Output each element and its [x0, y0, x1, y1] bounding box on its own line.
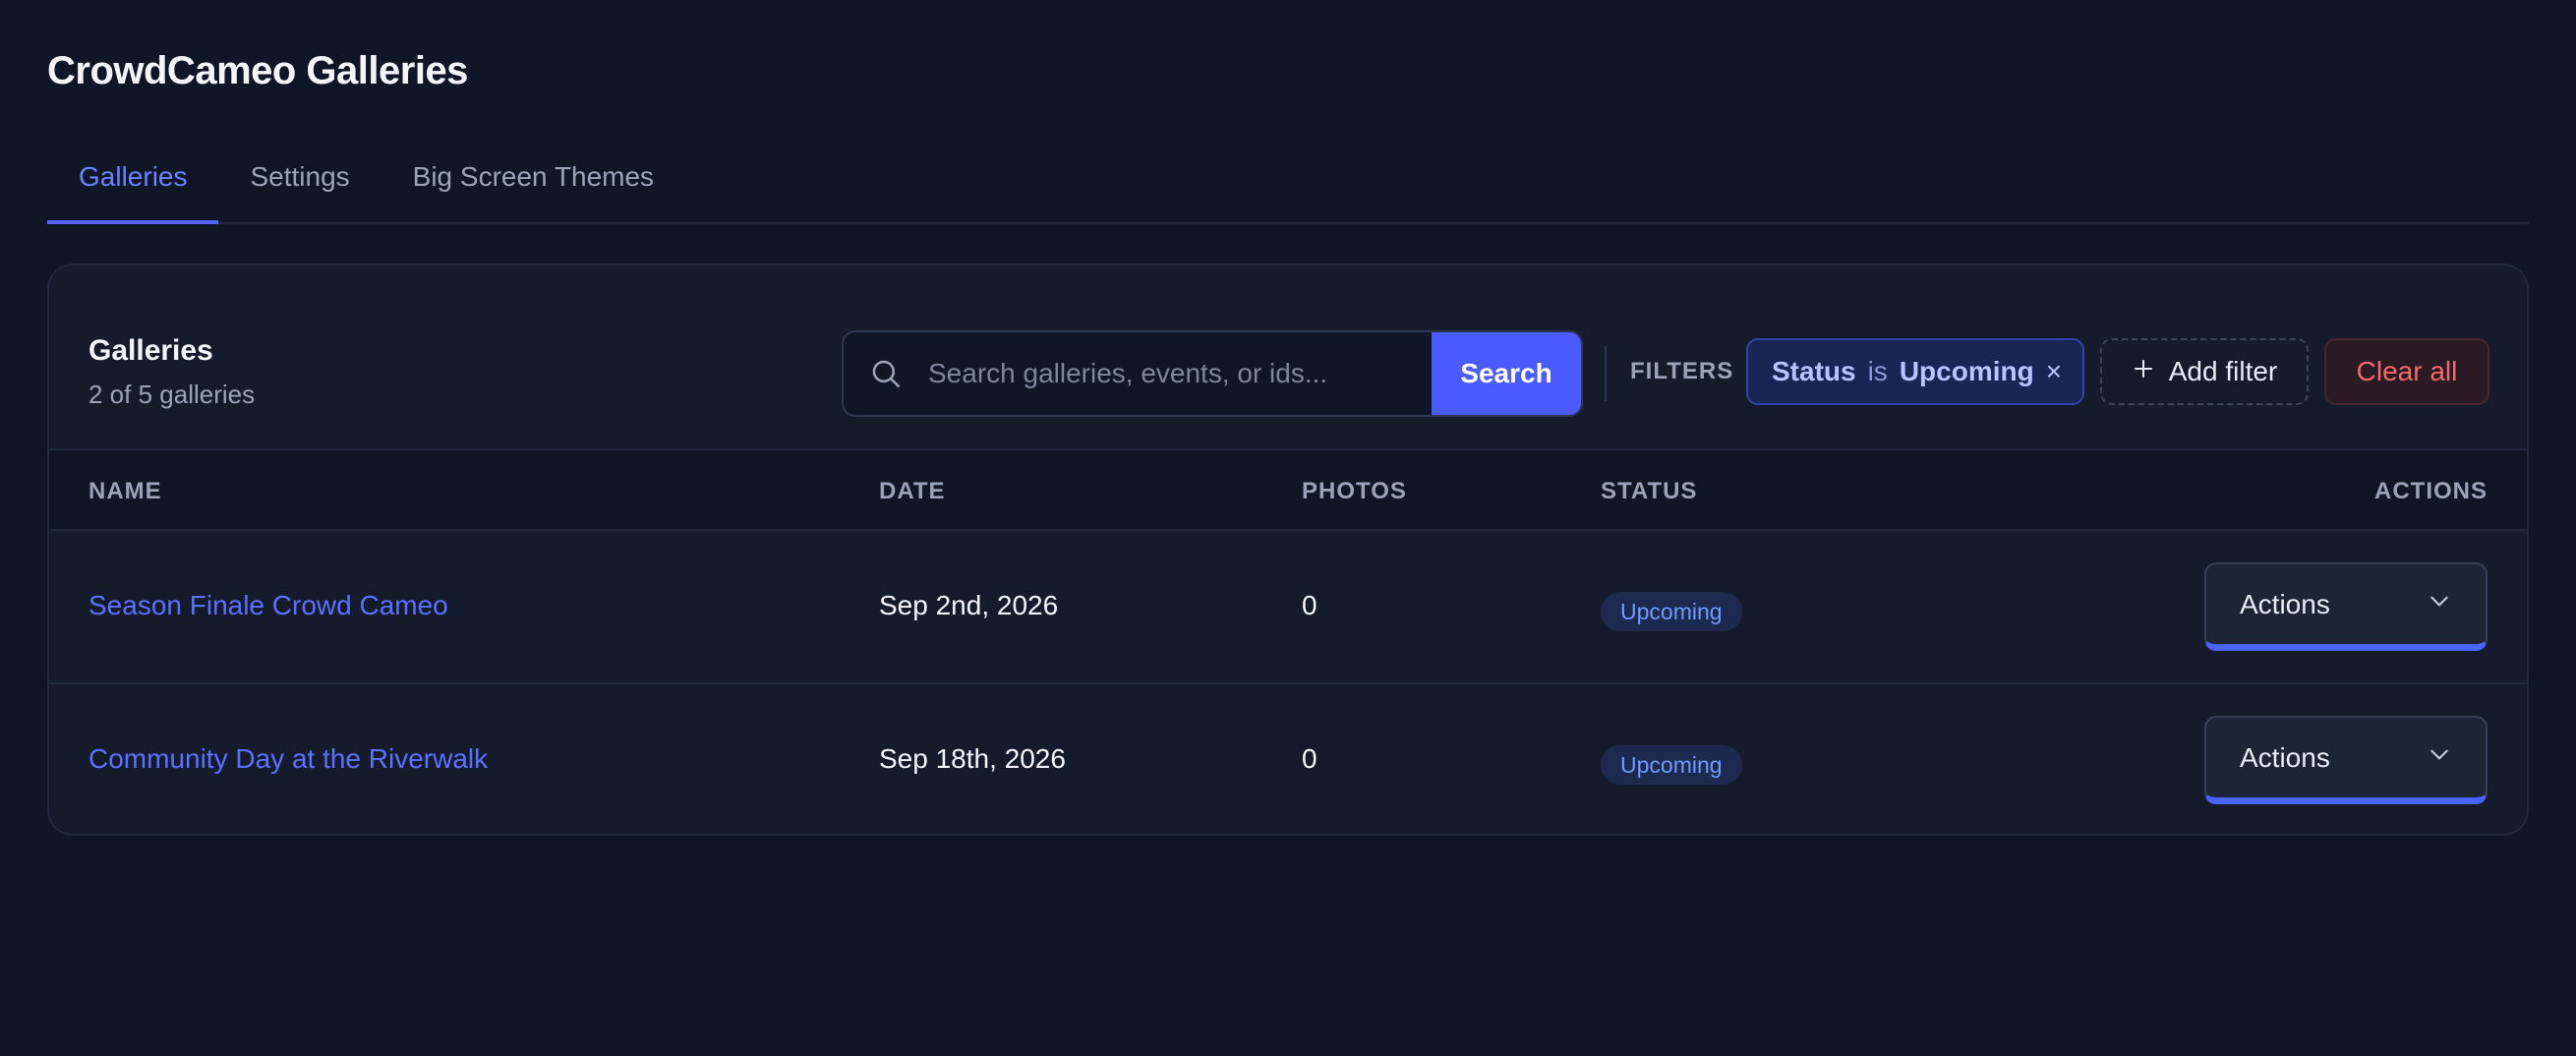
clear-all-button[interactable]: Clear all [2324, 338, 2489, 405]
table-header: NAME DATE PHOTOS STATUS ACTIONS [49, 450, 2527, 531]
gallery-name-link[interactable]: Season Finale Crowd Cameo [88, 590, 448, 621]
add-filter-label: Add filter [2168, 356, 2278, 386]
galleries-card: Galleries 2 of 5 galleries Search FILTER… [47, 264, 2529, 836]
tab-bar: Galleries Settings Big Screen Themes [47, 147, 2529, 224]
search-button[interactable]: Search [1432, 332, 1581, 415]
table-row: Season Finale Crowd Cameo Sep 2nd, 2026 … [49, 531, 2527, 684]
plus-icon [2132, 356, 2155, 387]
gallery-photo-count: 0 [1302, 743, 1317, 774]
tab-big-screen-themes[interactable]: Big Screen Themes [381, 147, 685, 224]
gallery-count: 2 of 5 galleries [88, 380, 256, 409]
gallery-photo-count: 0 [1302, 590, 1317, 620]
filter-operator: is [1867, 356, 1888, 386]
filters-label: FILTERS [1630, 358, 1734, 384]
card-title: Galleries [88, 334, 213, 367]
column-header-photos[interactable]: PHOTOS [1302, 478, 1407, 505]
chevron-down-icon [2427, 741, 2452, 774]
tab-settings[interactable]: Settings [218, 147, 381, 224]
tab-galleries[interactable]: Galleries [47, 147, 219, 224]
actions-dropdown-button[interactable]: Actions [2204, 716, 2488, 804]
status-badge: Upcoming [1601, 592, 1742, 631]
search-box: Search [842, 330, 1583, 417]
actions-dropdown-button[interactable]: Actions [2204, 562, 2488, 651]
search-icon [844, 332, 928, 415]
column-header-actions: ACTIONS [2374, 478, 2488, 504]
gallery-date: Sep 2nd, 2026 [879, 590, 1059, 620]
column-header-status[interactable]: STATUS [1601, 478, 1697, 505]
filters-divider [1605, 346, 1607, 401]
column-header-date[interactable]: DATE [879, 478, 946, 505]
status-badge: Upcoming [1601, 745, 1742, 785]
filter-field: Status [1772, 356, 1856, 386]
search-input[interactable] [928, 332, 1432, 415]
gallery-name-link[interactable]: Community Day at the Riverwalk [88, 743, 488, 775]
chevron-down-icon [2427, 588, 2452, 620]
app-title: CrowdCameo Galleries [47, 49, 468, 92]
card-header: Galleries 2 of 5 galleries Search FILTER… [49, 265, 2527, 450]
filter-chip-status[interactable]: Status is Upcoming × [1746, 338, 2084, 405]
page: CrowdCameo Galleries Galleries Settings … [0, 0, 2576, 1056]
actions-label: Actions [2240, 588, 2330, 619]
add-filter-button[interactable]: Add filter [2100, 338, 2309, 405]
gallery-date: Sep 18th, 2026 [879, 743, 1066, 774]
actions-label: Actions [2240, 741, 2330, 773]
column-header-name[interactable]: NAME [88, 478, 162, 505]
filter-value: Upcoming [1899, 356, 2034, 386]
close-icon[interactable]: × [2046, 356, 2062, 387]
table-row: Community Day at the Riverwalk Sep 18th,… [49, 684, 2527, 834]
